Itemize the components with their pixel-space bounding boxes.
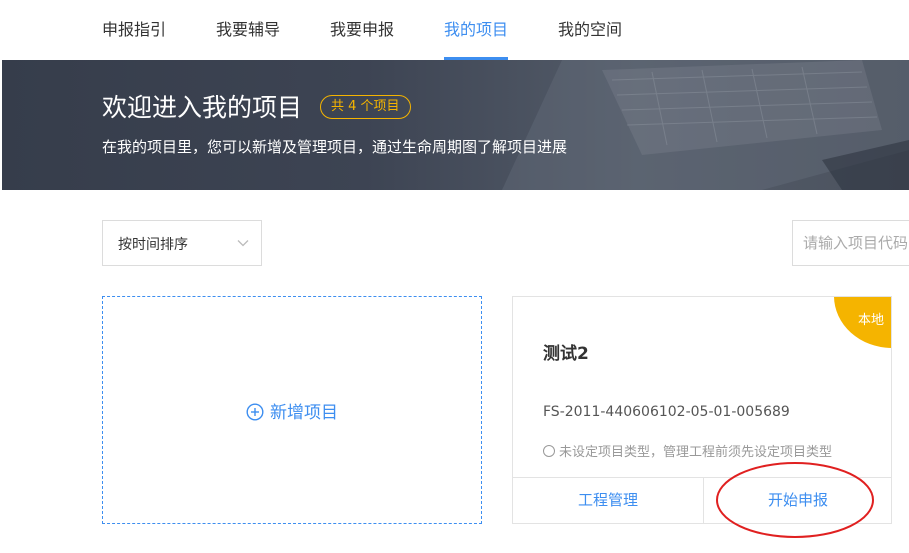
project-type-hint: 未设定项目类型，管理工程前须先设定项目类型 <box>543 441 832 460</box>
nav-item-tutoring[interactable]: 我要辅导 <box>216 0 280 60</box>
banner-title: 欢迎进入我的项目 <box>102 93 303 122</box>
banner-laptop-illustration <box>502 60 909 190</box>
sort-select[interactable]: 按时间排序 <box>102 220 262 266</box>
nav-item-my-projects[interactable]: 我的项目 <box>444 0 509 60</box>
local-badge: 本地 <box>834 297 891 348</box>
add-project-button[interactable]: 新增项目 <box>103 398 481 423</box>
chevron-down-icon <box>237 240 249 247</box>
add-project-label: 新增项目 <box>270 403 338 423</box>
add-project-card[interactable]: 新增项目 <box>102 296 482 524</box>
project-code-search-input[interactable] <box>792 220 909 266</box>
sort-select-value: 按时间排序 <box>118 237 188 253</box>
welcome-banner: 欢迎进入我的项目 共 4 个项目 在我的项目里，您可以新增及管理项目，通过生命周… <box>2 60 909 190</box>
nav-item-my-space[interactable]: 我的空间 <box>558 0 622 60</box>
nav-item-my-projects-label: 我的项目 <box>444 20 509 39</box>
local-badge-label: 本地 <box>857 313 884 328</box>
project-code: FS-2011-440606102-05-01-005689 <box>543 404 790 420</box>
banner-subtitle: 在我的项目里，您可以新增及管理项目，通过生命周期图了解项目进展 <box>102 138 568 156</box>
nav-item-apply[interactable]: 我要申报 <box>330 0 394 60</box>
project-name: 测试2 <box>543 344 589 364</box>
nav-item-guide[interactable]: 申报指引 <box>102 0 166 60</box>
project-card-footer: 工程管理 开始申报 <box>513 477 891 523</box>
project-manage-button[interactable]: 工程管理 <box>513 478 703 523</box>
project-type-hint-text: 未设定项目类型，管理工程前须先设定项目类型 <box>559 445 833 460</box>
circle-icon <box>543 445 555 457</box>
project-count-badge: 共 4 个项目 <box>320 95 411 119</box>
plus-circle-icon <box>246 403 264 421</box>
start-application-button[interactable]: 开始申报 <box>703 478 891 523</box>
project-card: 本地 测试2 FS-2011-440606102-05-01-005689 未设… <box>512 296 892 524</box>
top-nav: 申报指引 我要辅导 我要申报 我的项目 我的空间 <box>0 0 909 60</box>
